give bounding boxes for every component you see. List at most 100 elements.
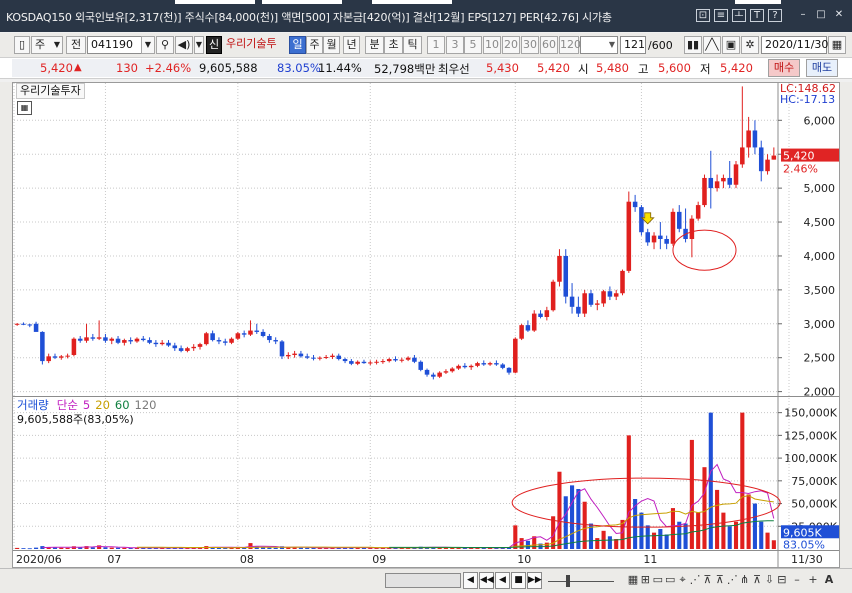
interval-select[interactable]: ▼ bbox=[580, 36, 618, 54]
layout-icon[interactable]: ▯ bbox=[14, 36, 30, 54]
chart-svg: 2,0002,5003,0003,5004,0004,5005,0005,500… bbox=[13, 83, 839, 567]
y-tick-label: 6,000 bbox=[804, 114, 836, 127]
interval-button[interactable]: 1 bbox=[427, 36, 445, 54]
pin-icon[interactable]: ㅗ bbox=[732, 9, 746, 22]
x-tick-label: 11 bbox=[643, 553, 657, 566]
candle-body bbox=[481, 363, 487, 365]
candle-body bbox=[204, 333, 209, 345]
count-input[interactable]: 121 bbox=[620, 36, 646, 54]
candle-body bbox=[664, 239, 669, 244]
candle-body bbox=[33, 323, 39, 332]
zoom-slider[interactable] bbox=[546, 573, 616, 589]
buy-button[interactable]: 매수 bbox=[768, 59, 800, 77]
period-select[interactable]: 주 ▼ bbox=[31, 36, 63, 54]
period-button[interactable]: 주 bbox=[306, 36, 323, 54]
volume-ellipse-annotation bbox=[511, 477, 781, 528]
high-label: 고 bbox=[638, 62, 649, 76]
prev-button[interactable]: 전 bbox=[66, 36, 86, 54]
x-tick-label: 08 bbox=[240, 553, 254, 566]
volume-ratio: 83.05% bbox=[277, 61, 321, 75]
date-input[interactable]: 2020/11/30 bbox=[761, 36, 828, 54]
candle-body bbox=[40, 331, 45, 362]
new-badge[interactable]: 신 bbox=[206, 36, 222, 54]
interval-button[interactable]: 120 bbox=[559, 36, 581, 54]
interval-button[interactable]: 20 bbox=[502, 36, 520, 54]
candle-body bbox=[273, 340, 278, 342]
candle-body bbox=[342, 359, 348, 362]
candle-body bbox=[437, 372, 442, 377]
calendar-icon[interactable]: ▦ bbox=[828, 36, 846, 54]
stock-code-input[interactable]: 041190 bbox=[87, 36, 145, 54]
period-button[interactable]: 년 bbox=[343, 36, 360, 54]
slider-handle[interactable] bbox=[566, 575, 570, 587]
candle-body bbox=[260, 331, 266, 336]
interval-button[interactable]: 3 bbox=[446, 36, 464, 54]
trend-icon[interactable]: ╱╲ bbox=[703, 36, 721, 54]
candle-body bbox=[740, 147, 745, 165]
save-icon[interactable]: ▣ bbox=[722, 36, 740, 54]
volume-bar bbox=[103, 547, 108, 549]
zoom-in-button[interactable]: + bbox=[806, 573, 820, 587]
legend-item: 120 bbox=[134, 398, 157, 412]
candle-body bbox=[651, 235, 657, 243]
candle-body bbox=[758, 147, 764, 172]
maximize-icon[interactable]: □ bbox=[814, 9, 828, 22]
close-icon[interactable]: ✕ bbox=[832, 9, 846, 22]
period-button[interactable]: 틱 bbox=[403, 36, 422, 54]
tab-strip bbox=[735, 0, 781, 4]
scroll-left-button[interactable]: ◀ bbox=[463, 572, 478, 589]
font-icon[interactable]: T bbox=[750, 9, 764, 22]
period-button[interactable]: 일 bbox=[289, 36, 306, 54]
fast-forward-button[interactable]: ▶▶ bbox=[527, 572, 542, 589]
candle-body bbox=[702, 177, 707, 206]
candle-body bbox=[172, 345, 178, 349]
search-icon[interactable]: ⚲ bbox=[156, 36, 174, 54]
gear-icon[interactable]: ✲ bbox=[741, 36, 759, 54]
candle-body bbox=[368, 362, 373, 364]
interval-button[interactable]: 10 bbox=[483, 36, 501, 54]
chevron-down-icon[interactable]: ▼ bbox=[194, 36, 204, 54]
text-tool-button[interactable]: A bbox=[822, 573, 836, 587]
interval-button[interactable]: 5 bbox=[464, 36, 482, 54]
volume-value: 9,605,588 bbox=[199, 61, 258, 75]
play-back-button[interactable]: ◀ bbox=[495, 572, 510, 589]
chevron-down-icon[interactable]: ▼ bbox=[141, 36, 155, 54]
stop-button[interactable]: ■ bbox=[511, 572, 526, 589]
legend-item: 60 bbox=[114, 398, 130, 412]
candle-body bbox=[380, 361, 386, 363]
volume-bar bbox=[651, 532, 657, 549]
count-total: /600 bbox=[648, 39, 673, 52]
candle-body bbox=[393, 359, 398, 361]
scrollbar[interactable] bbox=[385, 573, 461, 588]
period-button[interactable]: 초 bbox=[384, 36, 403, 54]
minimize-icon[interactable]: – bbox=[796, 9, 810, 22]
y-tick-label: 2,500 bbox=[804, 352, 836, 365]
interval-button[interactable]: 60 bbox=[540, 36, 558, 54]
drawing-tool-icon[interactable]: ⊟ bbox=[775, 573, 789, 587]
interval-button[interactable]: 30 bbox=[521, 36, 539, 54]
speaker-icon[interactable]: ◀) bbox=[175, 36, 193, 54]
volume-bar bbox=[34, 547, 39, 549]
up-arrow-icon: ▲ bbox=[74, 62, 82, 73]
candles-icon[interactable]: ▮▮ bbox=[684, 36, 702, 54]
chart-area[interactable]: 2,0002,5003,0003,5004,0004,5005,0005,500… bbox=[12, 82, 840, 568]
volume-bar bbox=[90, 547, 95, 549]
volume-bar bbox=[59, 547, 64, 549]
period-button[interactable]: 월 bbox=[323, 36, 340, 54]
y-tick-label: 3,500 bbox=[804, 284, 836, 297]
volume-bar bbox=[109, 547, 114, 549]
candle-body bbox=[386, 359, 392, 362]
sell-button[interactable]: 매도 bbox=[806, 59, 838, 77]
window-icon[interactable]: ⊡ bbox=[696, 9, 710, 22]
zoom-out-button[interactable]: – bbox=[790, 573, 804, 587]
grid-table-icon[interactable]: ▦ bbox=[17, 101, 32, 115]
volume-bar bbox=[576, 489, 581, 549]
candle-body bbox=[185, 348, 190, 351]
volume-bar bbox=[595, 538, 600, 549]
candle-body bbox=[538, 313, 543, 317]
candle-body bbox=[90, 337, 96, 339]
period-button[interactable]: 분 bbox=[365, 36, 384, 54]
menu-icon[interactable]: ≡ bbox=[714, 9, 728, 22]
help-icon[interactable]: ? bbox=[768, 9, 782, 22]
fast-backward-button[interactable]: ◀◀ bbox=[479, 572, 494, 589]
